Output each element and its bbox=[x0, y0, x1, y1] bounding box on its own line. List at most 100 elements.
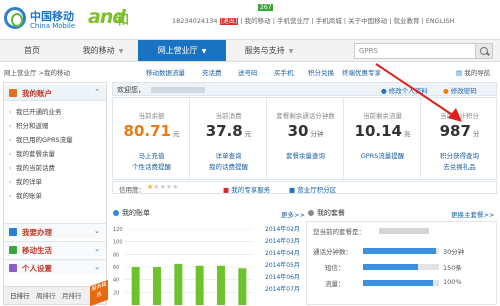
nav-service-support[interactable]: 服务与支持 ▼ bbox=[232, 40, 306, 61]
stat-label: 当前余额 bbox=[138, 112, 165, 120]
sidebar-item-package-balance[interactable]: 我的套餐余量 bbox=[4, 148, 106, 160]
package-name-redacted bbox=[379, 228, 429, 234]
stat-unit: 元 bbox=[244, 130, 252, 138]
top-link-jobs[interactable]: 就业教育 bbox=[393, 17, 419, 25]
sidebar-section-settings[interactable]: 个人设置 ⌄ bbox=[4, 259, 106, 274]
stat-link-primary[interactable]: 详单查询 bbox=[190, 150, 267, 160]
bill-month-item[interactable]: 2014年03月 bbox=[265, 236, 300, 245]
package-icon bbox=[308, 210, 314, 216]
package-name-label: 您当前的套餐是： bbox=[313, 228, 365, 236]
top-link-about[interactable]: 关于中国移动 bbox=[348, 17, 387, 25]
bill-month-item[interactable]: 2014年07月 bbox=[265, 284, 300, 293]
subnav-buy-phone[interactable]: 买手机 bbox=[274, 67, 294, 77]
bill-bar[interactable] bbox=[217, 265, 225, 305]
bill-month-item[interactable]: 2014年04月 bbox=[265, 248, 300, 257]
bill-month-item[interactable]: 2014年06月 bbox=[265, 272, 300, 281]
stat-value-wrap: 80.71 元 bbox=[113, 122, 190, 140]
tab-monthly-rank[interactable]: 月排行 bbox=[62, 290, 82, 300]
message-badge[interactable]: 267 bbox=[258, 4, 274, 11]
bill-month-item[interactable]: 2014年05月 bbox=[265, 260, 300, 269]
top-link-english[interactable]: ENGLISH bbox=[426, 17, 455, 25]
nav-online-hall[interactable]: 网上营业厅 ▼ bbox=[138, 40, 226, 61]
stat-unit: 元 bbox=[172, 130, 180, 138]
store-icon: ■ bbox=[289, 186, 296, 194]
welcome-label: 欢迎您， bbox=[117, 86, 145, 94]
stat-link-primary[interactable]: GPRS流量提醒 bbox=[344, 150, 421, 160]
sidebar-section-life[interactable]: 移动生活 ⌄ bbox=[4, 241, 106, 256]
data-value: 100% bbox=[443, 278, 462, 286]
stat-value-wrap: 30 分钟 bbox=[267, 122, 344, 140]
search-icon[interactable] bbox=[476, 43, 493, 59]
y-tick-label: 40 bbox=[113, 278, 119, 284]
bill-bar[interactable] bbox=[174, 263, 183, 305]
sidebar-item-details[interactable]: 我的详单 bbox=[4, 176, 106, 188]
call-minutes-value: 30分钟 bbox=[443, 248, 465, 256]
subnav-data-flow[interactable]: 移动数据流量 bbox=[146, 67, 185, 77]
top-link-mobile-mall[interactable]: 手机商城 bbox=[316, 17, 342, 25]
data-bar bbox=[363, 280, 439, 286]
stat-link-primary[interactable]: 套餐余量查询 bbox=[267, 150, 344, 160]
nav-home[interactable]: 首页 bbox=[10, 40, 54, 61]
package-panel: 您当前的套餐是： 通话分钟数： 30分钟 短信： 150条 流量： 100% bbox=[306, 221, 497, 305]
bill-more-link[interactable]: 更多>> bbox=[281, 209, 305, 219]
package-panel-title: 我的套餐 bbox=[308, 208, 345, 220]
bill-bar[interactable] bbox=[153, 267, 161, 305]
china-mobile-logo-icon[interactable] bbox=[4, 7, 26, 29]
phone-number: 18234024134 bbox=[172, 17, 218, 25]
stat-unit: 分 bbox=[472, 130, 480, 138]
bill-month-item[interactable]: 2014年02月 bbox=[265, 224, 300, 233]
bill-bar[interactable] bbox=[131, 267, 140, 305]
sidebar-item-bill[interactable]: 我的账单 bbox=[4, 190, 106, 202]
gift-icon: ■ bbox=[223, 186, 230, 194]
call-minutes-bar bbox=[363, 248, 439, 254]
account-icon bbox=[9, 89, 17, 97]
rating-bar: 信用度： ★★★★★ ■ 我的专享服务 ■ 营业厅积分区 bbox=[112, 181, 497, 194]
top-link-my-mobile[interactable]: 我的移动 bbox=[245, 17, 271, 25]
subnav-points[interactable]: 积分兑换 bbox=[308, 67, 334, 77]
chevron-down-icon: ▼ bbox=[118, 48, 124, 55]
sidebar-section-handle[interactable]: 我要办理 ⌄ bbox=[4, 223, 106, 238]
star-icon: ★ bbox=[172, 183, 179, 191]
stat-card: 套餐剩余通话分钟数 30 分钟 套餐余量查询 bbox=[267, 98, 344, 179]
nav-my-mobile[interactable]: 我的移动 ▼ bbox=[70, 40, 136, 61]
logout-link[interactable]: [退出] bbox=[219, 18, 239, 25]
subnav-send-number[interactable]: 送号码 bbox=[238, 67, 258, 77]
rating-label: 信用度： bbox=[119, 186, 145, 194]
sidebar-item-gprs[interactable]: 我已用的GPRS流量 bbox=[4, 134, 106, 146]
sms-label: 短信： bbox=[325, 264, 345, 272]
stat-unit: 兆 bbox=[403, 130, 411, 138]
stat-link-primary[interactable]: 积分获得查询 bbox=[421, 150, 498, 160]
bill-bar[interactable] bbox=[238, 268, 247, 305]
stat-link-secondary[interactable]: 我的话费提醒 bbox=[190, 161, 267, 171]
tab-weekly-rank[interactable]: 周排行 bbox=[36, 290, 56, 300]
he-logo[interactable]: 和 bbox=[116, 9, 129, 28]
bill-title-label: 我的账单 bbox=[122, 209, 150, 217]
stat-link-primary[interactable]: 马上充值 bbox=[113, 150, 190, 160]
stat-link-secondary[interactable]: 个性话费提醒 bbox=[113, 161, 190, 171]
change-package-link[interactable]: 更换主套餐>> bbox=[451, 209, 494, 219]
sidebar-account-header[interactable]: 我的账户 ⌃ bbox=[4, 85, 106, 101]
bill-bar[interactable] bbox=[195, 265, 204, 305]
subnav-recharge[interactable]: 充话费 bbox=[202, 67, 222, 77]
stat-value: 80.71 bbox=[123, 122, 171, 140]
search-input[interactable]: GPRS bbox=[354, 43, 476, 59]
life-icon bbox=[9, 246, 17, 254]
sidebar-item-current-fee[interactable]: 我的当前话费 bbox=[4, 162, 106, 174]
chevron-down-icon: ⌄ bbox=[94, 263, 100, 271]
hall-points-link[interactable]: ■ 营业厅积分区 bbox=[289, 184, 336, 194]
exclusive-service-link[interactable]: ■ 我的专享服务 bbox=[223, 184, 270, 194]
star-rating: ★★★★★ bbox=[147, 183, 178, 191]
sms-value: 150条 bbox=[443, 264, 462, 272]
top-link-mobile-hall[interactable]: 手机营业厅 bbox=[277, 17, 310, 25]
sidebar-item-points[interactable]: 积分和返赠 bbox=[4, 120, 106, 132]
stat-link-secondary[interactable]: 去兑换礼品 bbox=[421, 161, 498, 171]
stat-unit: 分钟 bbox=[310, 130, 324, 138]
breadcrumb: 网上营业厅 >我的移动 bbox=[4, 69, 71, 77]
exclusive-service-label: 我的专享服务 bbox=[231, 186, 271, 194]
y-tick-label: 20 bbox=[113, 290, 119, 296]
bill-panel-title: 我的账单 bbox=[113, 208, 150, 220]
y-tick-label: 100 bbox=[113, 240, 123, 246]
tab-daily-rank[interactable]: 日排行 bbox=[10, 290, 30, 300]
stat-value: 30 bbox=[287, 122, 309, 140]
sidebar-item-services[interactable]: 我已开通的业务 bbox=[4, 106, 106, 118]
